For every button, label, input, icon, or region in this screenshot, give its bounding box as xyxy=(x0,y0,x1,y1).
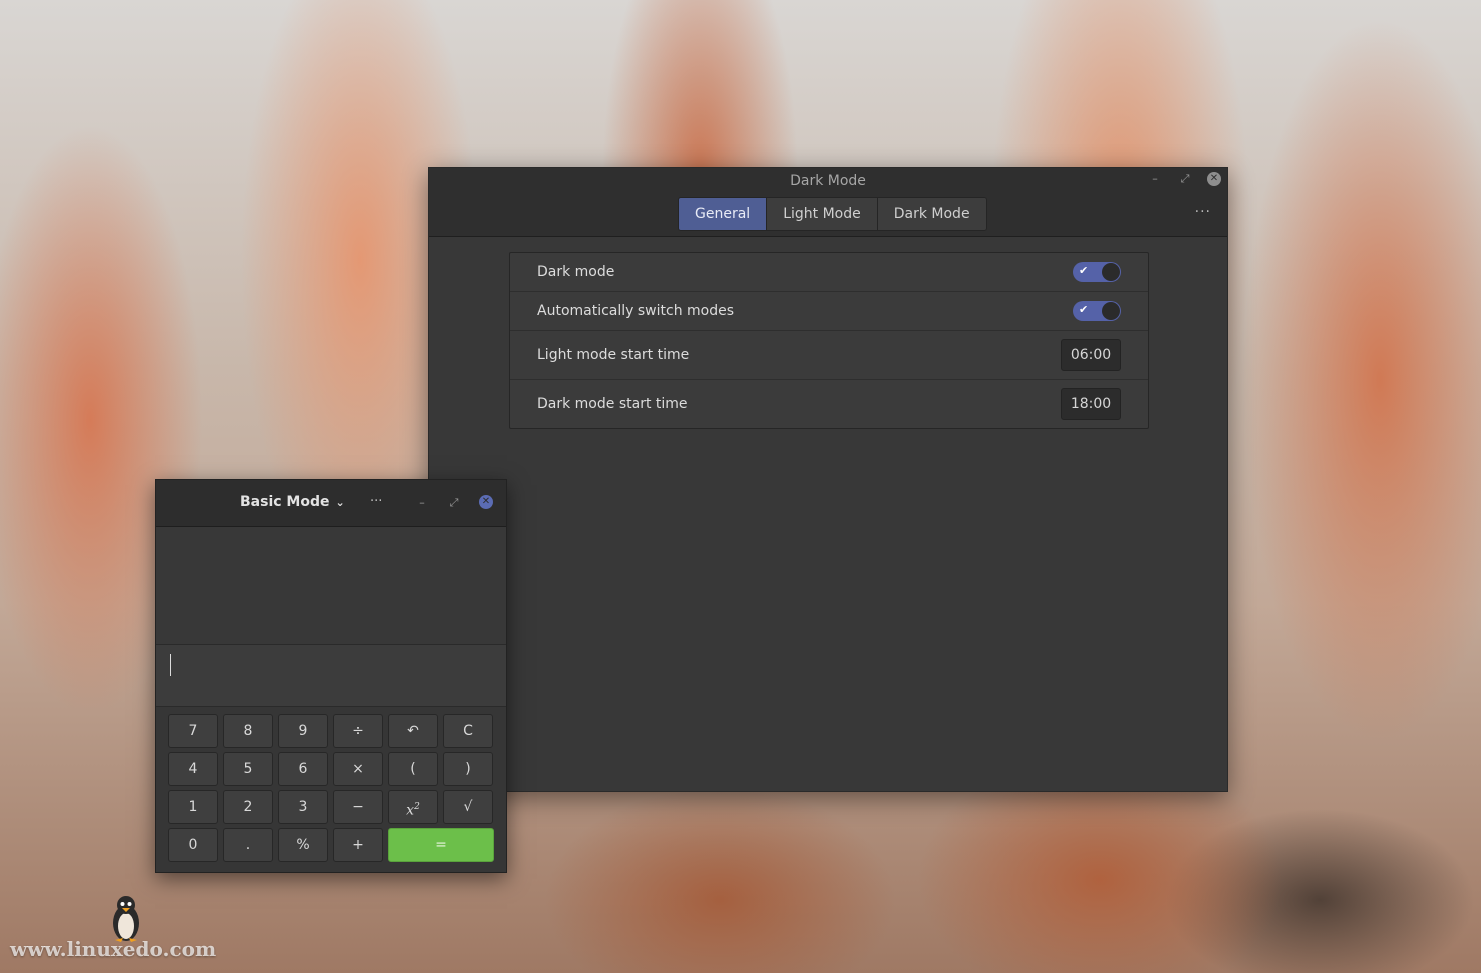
close-icon[interactable]: ✕ xyxy=(479,495,493,509)
history-view xyxy=(156,527,506,645)
key-square-exponent: 2 xyxy=(414,802,420,812)
watermark-text: www.linuxedo.com xyxy=(10,937,217,961)
minimize-icon[interactable]: – xyxy=(415,496,429,510)
key-clear[interactable]: C xyxy=(443,714,493,748)
key-8[interactable]: 8 xyxy=(223,714,273,748)
key-close-paren[interactable]: ) xyxy=(443,752,493,786)
minimize-icon[interactable]: – xyxy=(1148,172,1162,186)
key-decimal[interactable]: . xyxy=(223,828,273,862)
undo-icon[interactable]: ↶ xyxy=(388,714,438,748)
key-equals[interactable]: = xyxy=(388,828,494,862)
key-4[interactable]: 4 xyxy=(168,752,218,786)
calculator-window: Basic Mode ⌄ ··· – ⤢ ✕ 7 8 9 ÷ ↶ C 4 5 6 … xyxy=(155,479,507,873)
mode-selector-label: Basic Mode xyxy=(240,494,330,510)
dark-mode-toggle[interactable]: ✔ xyxy=(1073,262,1121,282)
light-mode-time-field[interactable]: 06:00 xyxy=(1061,339,1121,371)
key-percent[interactable]: % xyxy=(278,828,328,862)
chevron-down-icon: ⌄ xyxy=(335,496,345,509)
key-3[interactable]: 3 xyxy=(278,790,328,824)
window-title: Dark Mode xyxy=(790,173,866,189)
key-2[interactable]: 2 xyxy=(223,790,273,824)
close-icon[interactable]: ✕ xyxy=(1207,172,1221,186)
setting-row-auto-switch: Automatically switch modes ✔ xyxy=(510,292,1148,331)
restore-icon[interactable]: ⤢ xyxy=(447,496,461,510)
mode-selector[interactable]: Basic Mode ⌄ xyxy=(240,494,345,510)
setting-row-dark-mode: Dark mode ✔ xyxy=(510,253,1148,292)
text-caret xyxy=(170,654,171,676)
setting-row-dark-start: Dark mode start time 18:00 xyxy=(510,380,1148,428)
more-options-icon[interactable]: ··· xyxy=(1195,204,1211,220)
toggle-knob xyxy=(1102,302,1120,320)
auto-switch-toggle[interactable]: ✔ xyxy=(1073,301,1121,321)
key-9[interactable]: 9 xyxy=(278,714,328,748)
key-square-base: x xyxy=(406,802,415,819)
calculator-headerbar: Basic Mode ⌄ ··· – ⤢ ✕ xyxy=(156,480,506,527)
key-1[interactable]: 1 xyxy=(168,790,218,824)
setting-label: Dark mode xyxy=(537,264,615,280)
toggle-knob xyxy=(1102,263,1120,281)
key-0[interactable]: 0 xyxy=(168,828,218,862)
more-options-icon[interactable]: ··· xyxy=(370,494,382,509)
tab-bar: General Light Mode Dark Mode xyxy=(678,197,987,231)
key-square[interactable]: x2 xyxy=(388,790,438,824)
key-7[interactable]: 7 xyxy=(168,714,218,748)
key-subtract[interactable]: − xyxy=(333,790,383,824)
key-multiply[interactable]: × xyxy=(333,752,383,786)
key-6[interactable]: 6 xyxy=(278,752,328,786)
penguin-logo-icon xyxy=(113,896,139,942)
tab-dark-mode[interactable]: Dark Mode xyxy=(877,198,986,230)
setting-row-light-start: Light mode start time 06:00 xyxy=(510,331,1148,380)
check-icon: ✔ xyxy=(1079,264,1089,277)
key-5[interactable]: 5 xyxy=(223,752,273,786)
key-sqrt[interactable]: √ xyxy=(443,790,493,824)
settings-list: Dark mode ✔ Automatically switch modes ✔… xyxy=(509,252,1149,429)
dark-mode-window: Dark Mode – ⤢ ✕ General Light Mode Dark … xyxy=(428,167,1228,792)
keypad: 7 8 9 ÷ ↶ C 4 5 6 × ( ) 1 2 3 − x2 √ 0 .… xyxy=(168,714,494,862)
expression-input[interactable] xyxy=(156,645,506,707)
check-icon: ✔ xyxy=(1079,303,1089,316)
tab-general[interactable]: General xyxy=(679,198,768,230)
setting-label: Dark mode start time xyxy=(537,396,688,412)
setting-label: Light mode start time xyxy=(537,347,690,363)
key-open-paren[interactable]: ( xyxy=(388,752,438,786)
key-add[interactable]: + xyxy=(333,828,383,862)
setting-label: Automatically switch modes xyxy=(537,303,735,319)
dark-mode-time-field[interactable]: 18:00 xyxy=(1061,388,1121,420)
restore-icon[interactable]: ⤢ xyxy=(1178,172,1192,186)
key-divide[interactable]: ÷ xyxy=(333,714,383,748)
tab-light-mode[interactable]: Light Mode xyxy=(767,198,878,230)
dark-mode-headerbar: Dark Mode – ⤢ ✕ General Light Mode Dark … xyxy=(429,168,1227,237)
